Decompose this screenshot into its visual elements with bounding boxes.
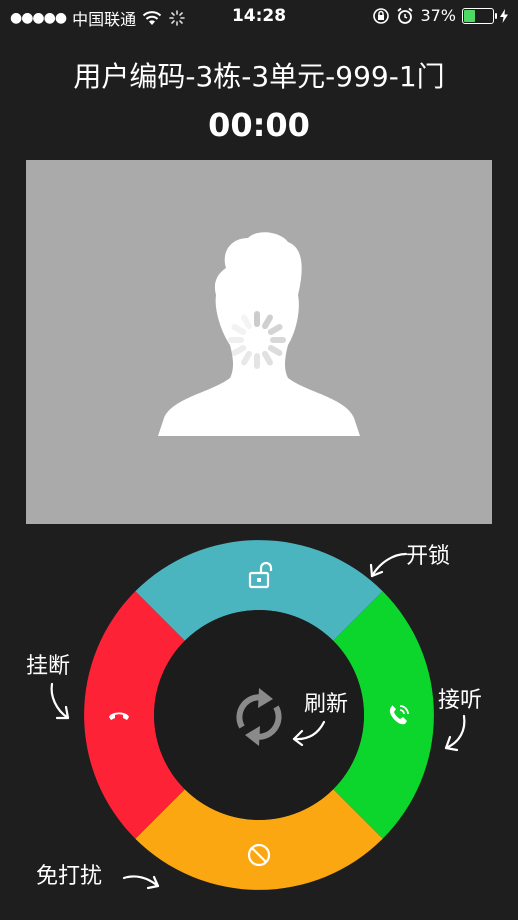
unlock-hint-label: 开锁: [406, 544, 451, 569]
alarm-icon: [397, 7, 414, 24]
control-wheel: [84, 540, 434, 890]
call-timer: 00:00: [208, 106, 310, 144]
refresh-hint-label: 刷新: [304, 692, 349, 717]
answer-hint-arrow-icon: [444, 714, 466, 752]
orientation-lock-icon: [373, 7, 390, 24]
do-not-disturb-hint-arrow-icon: [122, 875, 160, 890]
status-bar: ●●●●● 中国联通 14:28 37%: [0, 0, 518, 34]
refresh-hint-arrow-icon: [292, 720, 326, 746]
call-title: 用户编码-3栋-3单元-999-1门: [73, 60, 445, 93]
hangup-hint-label: 挂断: [26, 654, 71, 679]
do-not-disturb-hint-label: 免打扰: [36, 864, 103, 889]
answer-hint-label: 接听: [438, 688, 483, 713]
video-preview: [26, 160, 492, 524]
battery-percent: 37%: [420, 6, 456, 25]
hangup-hint-arrow-icon: [50, 682, 70, 720]
battery-icon: [462, 7, 497, 24]
charging-icon: [500, 8, 508, 23]
avatar-placeholder-icon: [158, 232, 360, 436]
unlock-hint-arrow-icon: [369, 552, 408, 578]
